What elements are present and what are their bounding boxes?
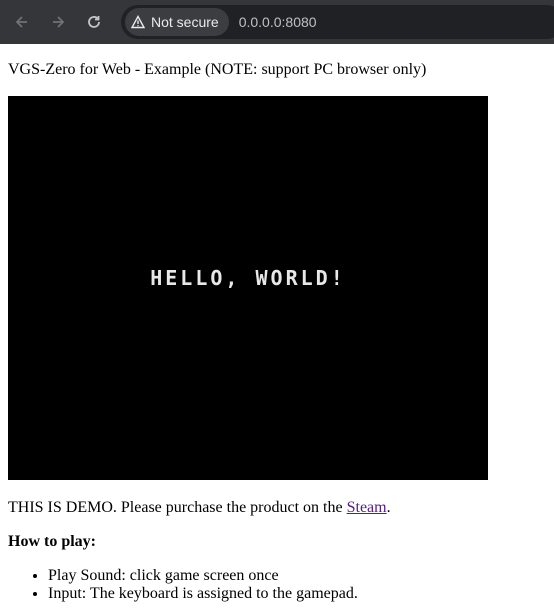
reload-icon (88, 16, 100, 28)
demo-notice: THIS IS DEMO. Please purchase the produc… (8, 499, 391, 517)
game-screen[interactable]: HELLO, WORLD! (8, 96, 488, 480)
security-label: Not secure (151, 14, 219, 30)
address-bar[interactable]: Not secure 0.0.0.0:8080 (121, 5, 554, 39)
back-arrow-icon (15, 16, 27, 28)
reload-button[interactable] (82, 10, 106, 34)
security-indicator[interactable]: Not secure (125, 8, 229, 36)
forward-button[interactable] (46, 10, 70, 34)
steam-link[interactable]: Steam (347, 499, 387, 516)
page-heading: VGS-Zero for Web - Example (NOTE: suppor… (8, 61, 427, 78)
browser-toolbar: Not secure 0.0.0.0:8080 (0, 0, 554, 44)
warning-icon (131, 15, 145, 29)
demo-text-end: . (386, 499, 391, 516)
demo-text: THIS IS DEMO. Please purchase the produc… (8, 499, 347, 516)
list-item: Play Sound: click game screen once (48, 567, 358, 585)
forward-arrow-icon (53, 16, 65, 28)
url-text[interactable]: 0.0.0.0:8080 (239, 14, 317, 30)
game-screen-text: HELLO, WORLD! (150, 266, 346, 290)
instructions-list: Play Sound: click game screen once Input… (8, 567, 358, 603)
list-item: Input: The keyboard is assigned to the g… (48, 585, 358, 603)
howto-title: How to play: (8, 533, 96, 550)
back-button[interactable] (10, 10, 34, 34)
